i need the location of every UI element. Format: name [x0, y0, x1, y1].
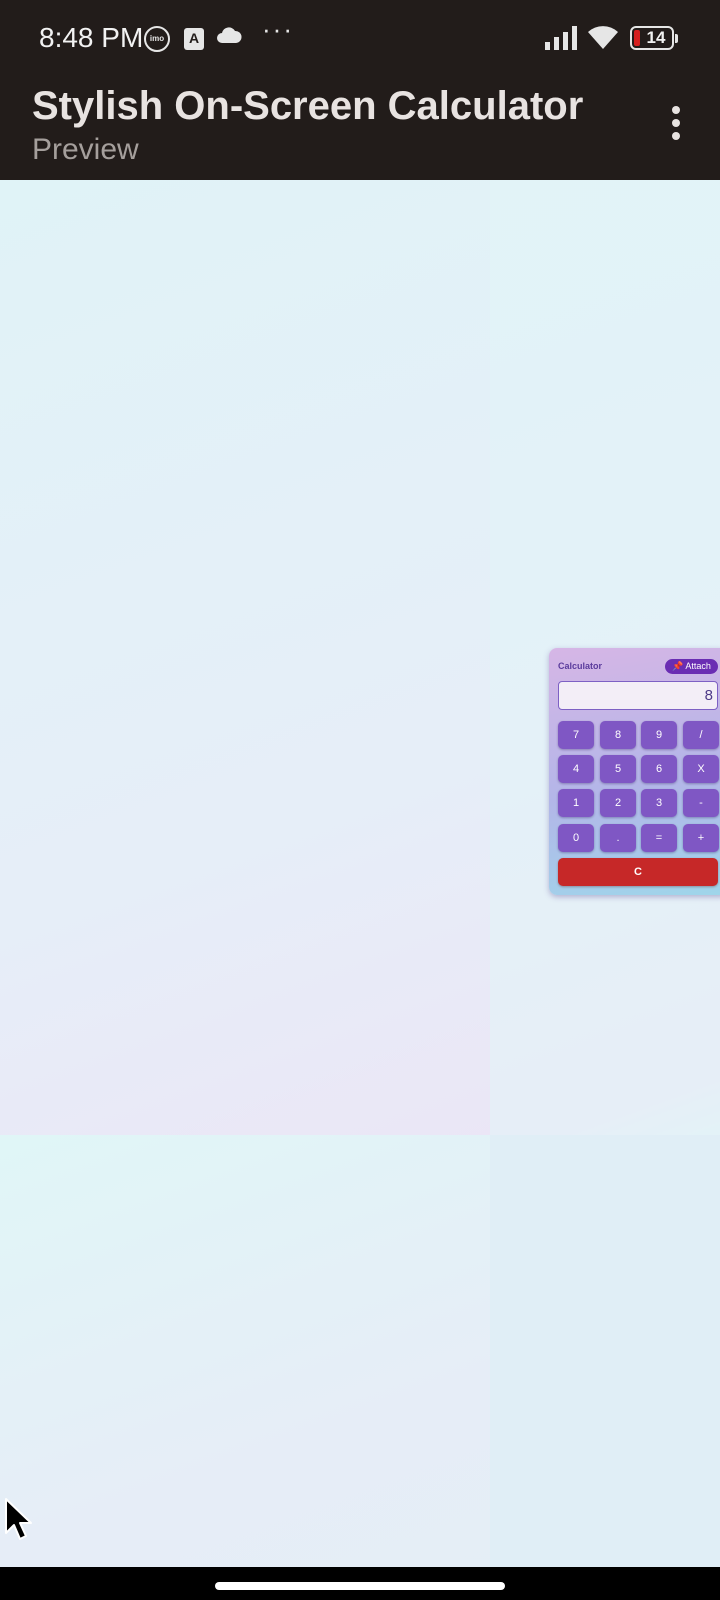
key-3[interactable]: 3 [641, 789, 677, 817]
key-5[interactable]: 5 [600, 755, 636, 783]
more-dots-icon: ··· [262, 14, 294, 44]
overflow-menu-icon[interactable] [666, 106, 686, 146]
status-bar: 8:48 PM imo A ··· 14 [0, 0, 720, 78]
app-title: Stylish On-Screen Calculator [32, 84, 584, 128]
preview-bottom-band-right [490, 1135, 720, 1567]
key-8[interactable]: 8 [600, 721, 636, 749]
key-multiply[interactable]: X [683, 755, 719, 783]
wifi-icon [588, 24, 618, 55]
attach-button[interactable]: 📌 Attach [665, 659, 718, 674]
key-0[interactable]: 0 [558, 824, 594, 852]
signal-icon [545, 26, 579, 55]
key-9[interactable]: 9 [641, 721, 677, 749]
key-6[interactable]: 6 [641, 755, 677, 783]
status-time: 8:48 PM [39, 22, 144, 53]
key-subtract[interactable]: - [683, 789, 719, 817]
clear-button[interactable]: C [558, 858, 718, 886]
battery-level: 14 [646, 28, 666, 47]
key-decimal[interactable]: . [600, 824, 636, 852]
calculator-title: Calculator [558, 661, 603, 671]
calculator-widget[interactable]: Calculator 📌 Attach 8 7 8 9 / 4 5 6 X 1 … [549, 648, 720, 895]
mouse-pointer-icon [4, 1497, 34, 1546]
battery-icon: 14 [630, 26, 678, 50]
key-4[interactable]: 4 [558, 755, 594, 783]
imo-icon: imo [144, 26, 170, 52]
key-add[interactable]: + [683, 824, 719, 852]
cloud-icon [216, 26, 242, 49]
key-2[interactable]: 2 [600, 789, 636, 817]
calculator-display: 8 [558, 681, 718, 710]
app-subtitle: Preview [32, 133, 139, 166]
app-bar: Stylish On-Screen Calculator Preview [0, 78, 720, 180]
key-divide[interactable]: / [683, 721, 719, 749]
key-7[interactable]: 7 [558, 721, 594, 749]
key-equals[interactable]: = [641, 824, 677, 852]
translate-a-icon: A [184, 28, 204, 50]
home-indicator[interactable] [215, 1582, 505, 1590]
key-1[interactable]: 1 [558, 789, 594, 817]
